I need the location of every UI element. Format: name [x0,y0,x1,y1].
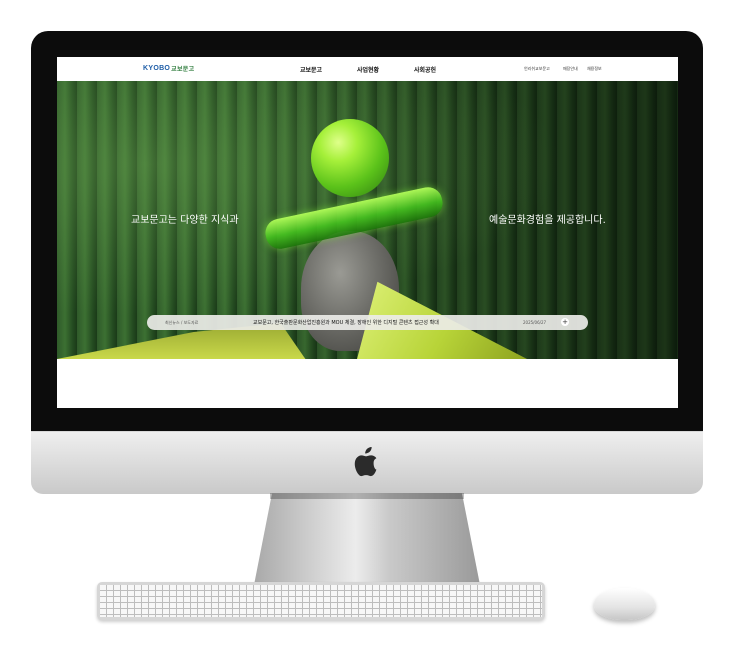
imac-stand [254,493,480,585]
hero-sphere [311,119,389,197]
site-logo[interactable]: KYOBO 교보문고 [143,64,194,73]
screen: KYOBO 교보문고 교보문고 사업현황 사회공헌 언리쉬교보문고 매장안내 채… [57,57,678,408]
hero-banner: 교보문고는 다양한 지식과 예술문화경험을 제공합니다. 최신뉴스 / 보도자료… [57,81,678,359]
logo-sub: 교보문고 [171,67,195,73]
news-label: 최신뉴스 / 보도자료 [165,320,199,325]
news-date: 2025/06/27 [523,320,547,325]
hero-text-left: 교보문고는 다양한 지식과 [131,215,239,226]
util-link-stores[interactable]: 매장안내 [563,66,578,72]
apple-logo-icon [354,446,377,477]
news-title[interactable]: 교보문고, 한국출판문화산업진흥원과 MOU 체결, 장애인 위한 디지털 콘텐… [253,319,439,326]
hero-text-right: 예술문화경험을 제공합니다. [489,215,606,226]
nav-item-social[interactable]: 사회공헌 [414,65,436,74]
magic-mouse [594,588,655,620]
keyboard-key-rows [100,585,542,617]
nav-item-kyobo[interactable]: 교보문고 [300,65,322,74]
util-link-careers[interactable]: 채용정보 [587,66,602,72]
nav-item-business[interactable]: 사업현황 [357,65,379,74]
site-header: KYOBO 교보문고 교보문고 사업현황 사회공헌 언리쉬교보문고 매장안내 채… [57,57,678,81]
stand-shadow [270,493,464,499]
logo-text: KYOBO [143,65,171,72]
keyboard [97,582,545,620]
util-link-unleash[interactable]: 언리쉬교보문고 [524,66,550,72]
news-ticker[interactable]: 최신뉴스 / 보도자료 교보문고, 한국출판문화산업진흥원과 MOU 체결, 장… [147,315,588,330]
news-more-button[interactable]: + [561,318,569,326]
